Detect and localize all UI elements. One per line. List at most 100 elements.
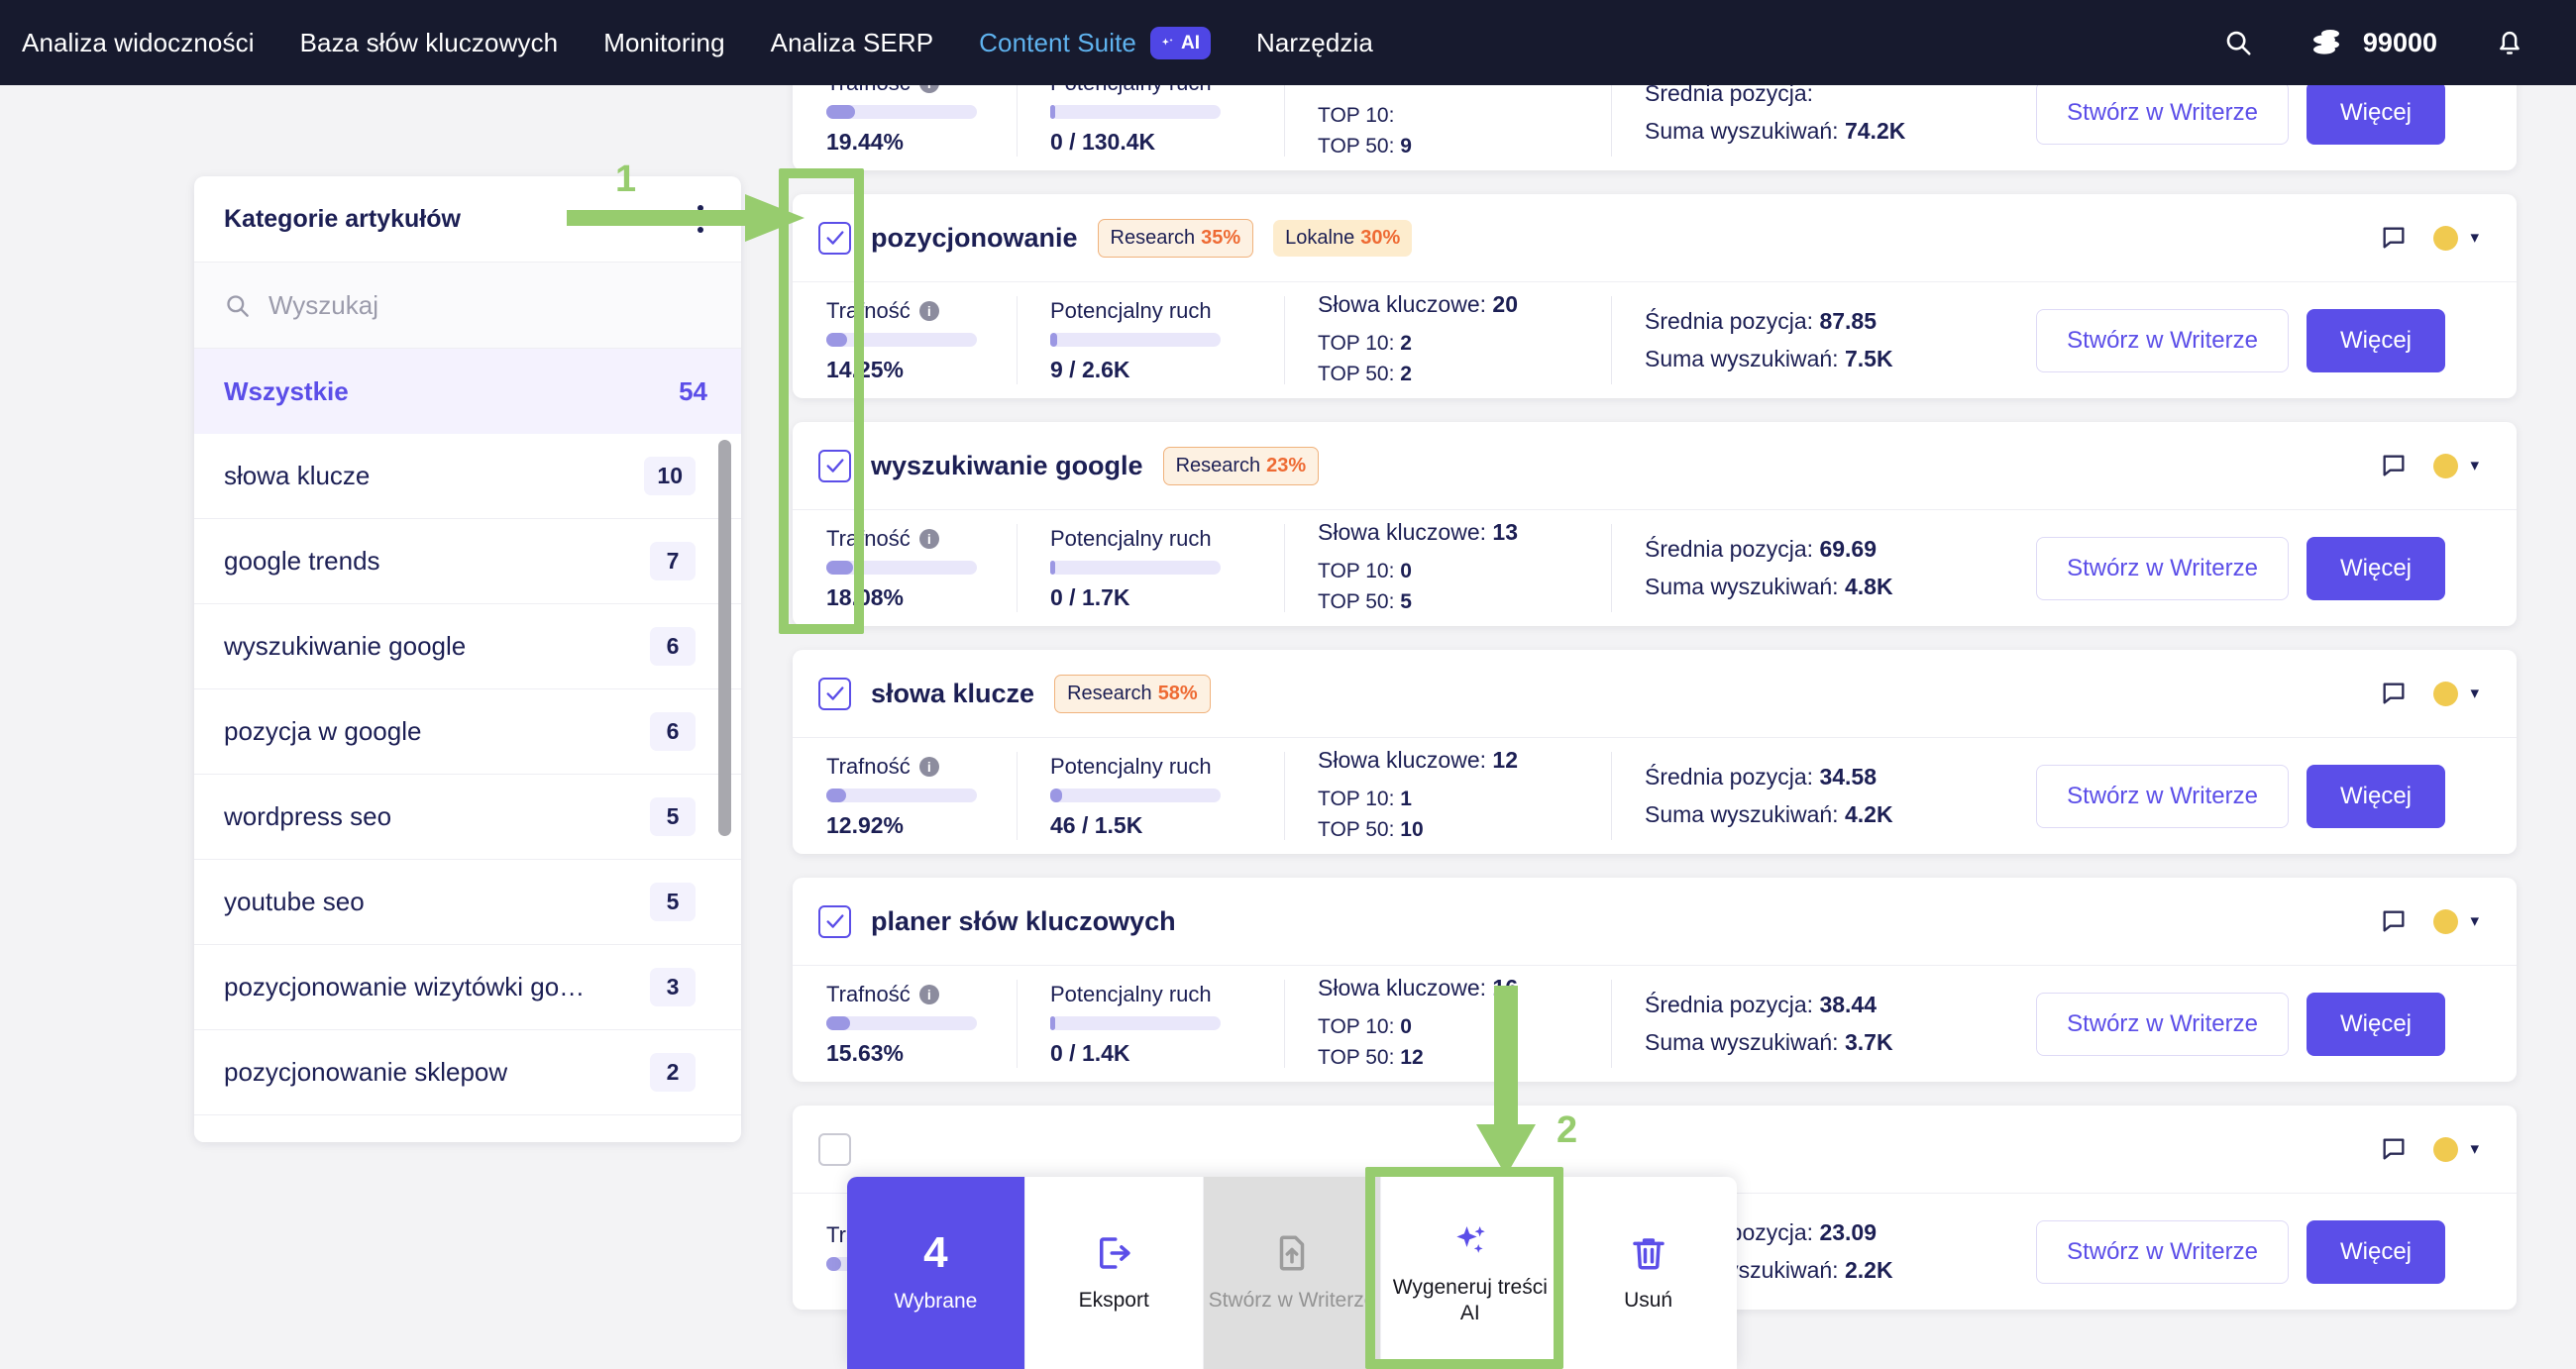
- ruch-progress-bar: [1050, 332, 1221, 347]
- card-badge: Research 23%: [1162, 446, 1320, 485]
- sidebar-item-count: 6: [650, 627, 696, 666]
- create-in-writer-button[interactable]: Stwórz w Writerze: [2036, 80, 2289, 145]
- info-icon[interactable]: i: [918, 300, 939, 321]
- create-in-writer-button[interactable]: Stwórz w Writerze: [2036, 308, 2289, 372]
- chevron-down-icon[interactable]: ▾: [2470, 684, 2479, 703]
- card-header-actions: ▾: [2380, 680, 2479, 707]
- search-input[interactable]: [268, 289, 711, 321]
- sidebar-item-count: 2: [650, 1053, 696, 1092]
- srednia-pozycja: Średnia pozycja: 87.85: [1645, 307, 1877, 334]
- create-in-writer-button[interactable]: Stwórz w Writerze: [2036, 992, 2289, 1056]
- more-button[interactable]: Więcej: [2306, 1219, 2445, 1284]
- metric-summary: Średnia pozycja: 87.85 Suma wyszukiwań: 7…: [1611, 282, 2517, 398]
- card-metrics: Trafność i 18.08% Potencjalny ruch 0 / 1.7K S…: [793, 509, 2517, 626]
- sidebar-item-label: słowa klucze: [224, 461, 371, 490]
- status-dot-icon[interactable]: [2433, 453, 2459, 478]
- create-in-writer-button[interactable]: Stwórz w Writerze: [2036, 536, 2289, 600]
- more-button[interactable]: Więcej: [2306, 80, 2445, 145]
- delete-button[interactable]: Usuń: [1559, 1177, 1737, 1369]
- chevron-down-icon[interactable]: ▾: [2470, 1139, 2479, 1159]
- search-icon[interactable]: [2223, 28, 2253, 57]
- row-checkbox[interactable]: [818, 1132, 851, 1166]
- comment-icon[interactable]: [2380, 452, 2408, 479]
- keywords-top10: TOP 10: 0: [1318, 1014, 1412, 1038]
- suma-wyszukiwan: Suma wyszukiwań: 3.7K: [1645, 1028, 1893, 1055]
- nav-item-baza-s-w-kluczowych[interactable]: Baza słów kluczowych: [300, 28, 559, 58]
- nav-item-analiza-serp[interactable]: Analiza SERP: [771, 28, 934, 58]
- card-row-actions: Stwórz w Writerze Więcej: [2036, 536, 2483, 600]
- sidebar-category-item[interactable]: pozycjonowanie sklepow 2: [194, 1030, 741, 1115]
- export-button[interactable]: Eksport: [1025, 1177, 1204, 1369]
- sidebar-scrollbar[interactable]: [718, 440, 731, 836]
- generate-ai-content-button[interactable]: Wygeneruj treści AI: [1381, 1177, 1560, 1369]
- summary-text: Średnia pozycja: Suma wyszukiwań: 74.2K: [1645, 75, 1905, 151]
- more-button[interactable]: Więcej: [2306, 764, 2445, 828]
- keywords-top50: TOP 50: 10: [1318, 818, 1424, 841]
- sidebar-category-item[interactable]: wordpress seo 5: [194, 775, 741, 860]
- row-checkbox[interactable]: [818, 449, 851, 482]
- keywords-top10: TOP 10: 0: [1318, 559, 1412, 582]
- info-icon[interactable]: i: [918, 984, 939, 1004]
- badge-value: 30%: [1360, 226, 1401, 249]
- comment-icon[interactable]: [2380, 1135, 2408, 1163]
- create-in-writer-button[interactable]: Stwórz w Writerze: [2036, 1219, 2289, 1284]
- row-checkbox[interactable]: [818, 221, 851, 255]
- bell-icon[interactable]: [2495, 27, 2524, 58]
- more-button[interactable]: Więcej: [2306, 992, 2445, 1056]
- chevron-down-icon[interactable]: ▾: [2470, 911, 2479, 931]
- nav-item-narz-dzia[interactable]: Narzędzia: [1256, 28, 1373, 58]
- card-title[interactable]: słowa klucze: [871, 679, 1034, 709]
- nav-item-monitoring[interactable]: Monitoring: [603, 28, 724, 58]
- keywords-total: Słowa kluczowe: 12: [1318, 746, 1519, 773]
- status-dot-icon[interactable]: [2433, 908, 2459, 934]
- ruch-progress-bar: [1050, 560, 1221, 575]
- trafnosc-value: 12.92%: [826, 811, 905, 838]
- status-dot-icon[interactable]: [2433, 1136, 2459, 1162]
- sidebar-item-count: 3: [650, 968, 696, 1006]
- nav-item-content-suite[interactable]: Content Suite AI: [979, 26, 1211, 59]
- metric-trafnosc: Trafność i 18.08%: [793, 510, 1017, 626]
- badge-key: Research: [1067, 682, 1152, 704]
- sidebar-category-item[interactable]: [194, 1115, 741, 1142]
- srednia-pozycja: Średnia pozycja: 38.44: [1645, 991, 1877, 1017]
- comment-icon[interactable]: [2380, 907, 2408, 935]
- credits-indicator[interactable]: 99000: [2310, 28, 2437, 58]
- sidebar-category-item[interactable]: słowa klucze 10: [194, 434, 741, 519]
- card-title[interactable]: planer słów kluczowych: [871, 906, 1176, 937]
- badge-value: 58%: [1157, 682, 1198, 704]
- sidebar-item-count: 5: [650, 883, 696, 921]
- create-in-writer-button[interactable]: Stwórz w Writerze: [2036, 764, 2289, 828]
- sidebar-category-item[interactable]: pozycjonowanie wizytówki go… 3: [194, 945, 741, 1030]
- info-icon[interactable]: i: [918, 528, 939, 549]
- summary-text: Średnia pozycja: 69.69 Suma wyszukiwań: 4…: [1645, 531, 1893, 606]
- comment-icon[interactable]: [2380, 224, 2408, 252]
- chevron-down-icon[interactable]: ▾: [2470, 456, 2479, 475]
- sidebar-category-item[interactable]: google trends 7: [194, 519, 741, 604]
- sidebar-category-item[interactable]: youtube seo 5: [194, 860, 741, 945]
- selected-count-value: 4: [923, 1228, 948, 1278]
- create-in-writer-button[interactable]: Stwórz w Writerze: [1203, 1177, 1382, 1369]
- status-dot-icon[interactable]: [2433, 225, 2459, 251]
- card-title[interactable]: pozycjonowanie: [871, 223, 1078, 254]
- metric-potencjalny-ruch: Potencjalny ruch 9 / 2.6K: [1017, 282, 1284, 398]
- kebab-menu-icon[interactable]: [692, 199, 709, 239]
- trafnosc-progress-bar: [826, 560, 977, 575]
- sidebar-item-label: Wszystkie: [224, 375, 349, 406]
- status-dot-icon[interactable]: [2433, 681, 2459, 706]
- row-checkbox[interactable]: [818, 904, 851, 938]
- sidebar-item-all[interactable]: Wszystkie 54: [194, 349, 741, 434]
- info-icon[interactable]: i: [918, 756, 939, 777]
- sidebar-category-item[interactable]: pozycja w google 6: [194, 689, 741, 775]
- article-card: słowa klucze Research 58% ▾ Trafność i 12.92% P…: [793, 650, 2517, 854]
- more-button[interactable]: Więcej: [2306, 536, 2445, 600]
- card-title[interactable]: wyszukiwanie google: [871, 451, 1143, 481]
- row-checkbox[interactable]: [818, 677, 851, 710]
- more-button[interactable]: Więcej: [2306, 308, 2445, 372]
- export-label: Eksport: [1078, 1289, 1149, 1313]
- chevron-down-icon[interactable]: ▾: [2470, 228, 2479, 248]
- sidebar-category-item[interactable]: wyszukiwanie google 6: [194, 604, 741, 689]
- badge-key: Research: [1175, 454, 1261, 476]
- nav-item-analiza-widoczno-ci[interactable]: Analiza widoczności: [22, 28, 255, 58]
- comment-icon[interactable]: [2380, 680, 2408, 707]
- sidebar-item-count: 54: [679, 375, 707, 406]
